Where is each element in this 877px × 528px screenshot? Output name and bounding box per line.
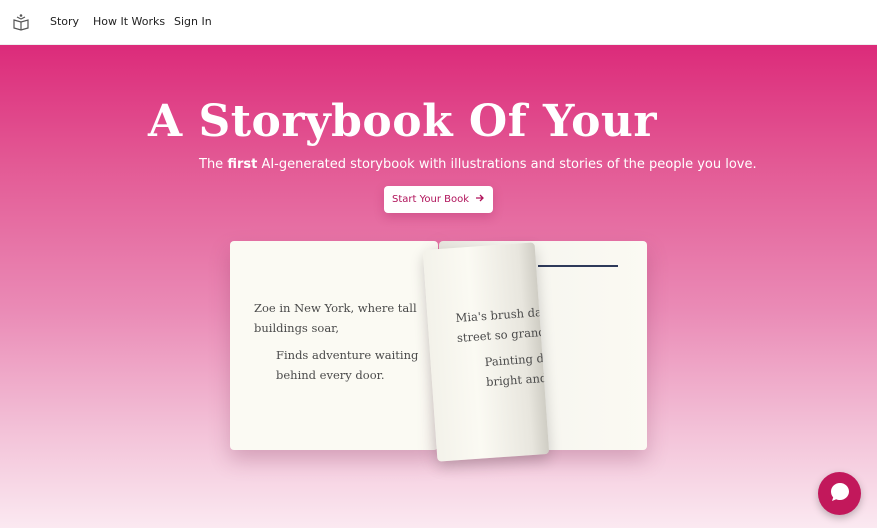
subtitle-text: AI-generated storybook with illustration… <box>257 157 757 172</box>
right-page-line-2: Painting drebright and b <box>484 342 549 392</box>
book-logo-icon[interactable] <box>12 13 30 31</box>
left-page-line-1: Zoe in New York, where tall buildings so… <box>254 301 417 335</box>
right-page-line-1: Mia's brush danc street so grand, <box>455 298 549 348</box>
navbar: Story How It Works Sign In <box>0 0 877 45</box>
hero-headline: A Storybook Of Your <box>148 96 658 147</box>
line-part: street so grand, <box>456 324 550 345</box>
nav-story-link[interactable]: Story <box>50 15 79 28</box>
nav-sign-in-link[interactable]: Sign In <box>174 15 212 28</box>
left-page-line-2: Finds adventure waiting behind every doo… <box>276 348 419 382</box>
turning-page: Mia's brush danc street so grand, Paintin… <box>422 242 550 462</box>
arrow-right-icon <box>475 193 485 206</box>
bookmark-ribbon <box>538 265 618 267</box>
hero-subtitle: The first AI-generated storybook with il… <box>199 157 757 172</box>
subtitle-emphasis: first <box>227 157 258 172</box>
open-book-illustration: Zoe in New York, where tall buildings so… <box>230 241 647 462</box>
line-part: Painting dre <box>484 350 550 370</box>
line-part: bright and b <box>485 370 550 390</box>
nav-how-it-works-link[interactable]: How It Works <box>93 15 165 28</box>
chat-widget-button[interactable] <box>818 472 861 515</box>
start-your-book-button[interactable]: Start Your Book <box>384 186 493 213</box>
subtitle-text: The <box>199 157 228 172</box>
line-part: Mia's brush danc <box>455 304 550 326</box>
chat-bubble-icon <box>829 481 851 507</box>
book-left-page: Zoe in New York, where tall buildings so… <box>230 241 438 450</box>
cta-label: Start Your Book <box>391 194 470 205</box>
